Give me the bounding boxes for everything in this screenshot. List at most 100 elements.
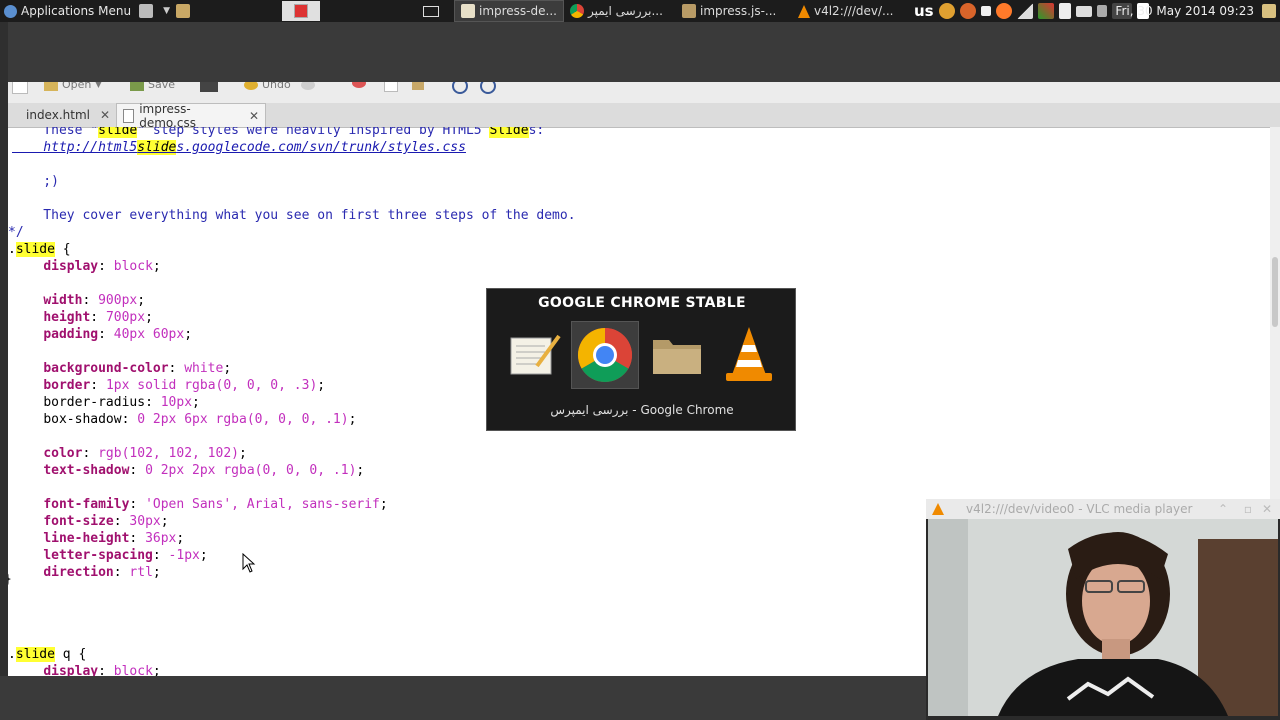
css-value: block xyxy=(113,664,153,676)
workspace-button[interactable] xyxy=(414,1,448,21)
undo-icon xyxy=(244,82,258,90)
search-highlight: Slide xyxy=(489,127,529,138)
cut-button[interactable] xyxy=(352,82,366,88)
taskbar-item-label: بررسی ایمپر... xyxy=(587,4,663,18)
colon: : xyxy=(129,531,146,546)
close-icon[interactable]: ✕ xyxy=(249,109,259,123)
css-property: background-color xyxy=(43,361,169,376)
mail-icon[interactable] xyxy=(1075,5,1092,17)
taskbar-item-vlc[interactable]: v4l2:///dev/... xyxy=(792,1,908,21)
app-switcher: GOOGLE CHROME STABLE بررسی ایمپرس - Goog… xyxy=(486,288,796,431)
open-button[interactable]: Open ▼ xyxy=(44,82,102,91)
save-label: Save xyxy=(148,82,176,91)
code-line-url[interactable]: http://html5slides.googlecode.com/svn/tr… xyxy=(12,139,466,156)
code-text: These " xyxy=(12,127,99,138)
taskbar-item-label: v4l2:///dev/... xyxy=(813,4,894,18)
launcher-dropdown-icon[interactable]: ▼ xyxy=(163,6,170,16)
colon: : xyxy=(168,361,185,376)
search-icon xyxy=(452,82,468,94)
declaration-line: background-color: white; xyxy=(12,360,231,377)
maximize-icon[interactable]: ▫ xyxy=(1244,502,1252,516)
paste-icon xyxy=(412,82,424,90)
clock[interactable]: Fri, 30 May 2014 09:23 xyxy=(1111,0,1258,22)
vlc-task-icon xyxy=(797,4,810,18)
power-icon[interactable] xyxy=(1262,4,1276,18)
scrollbar-thumb[interactable] xyxy=(1272,257,1278,327)
print-icon xyxy=(200,82,218,92)
switcher-app-google-chrome[interactable] xyxy=(571,321,639,389)
document-icon xyxy=(123,108,135,123)
applications-menu[interactable]: Applications Menu xyxy=(0,0,135,22)
vlc-title: v4l2:///dev/video0 - VLC media player xyxy=(966,502,1193,516)
new-button[interactable] xyxy=(12,82,28,94)
colon: : xyxy=(113,514,130,529)
css-value: 30px xyxy=(129,514,161,529)
print-button[interactable] xyxy=(200,82,218,92)
declaration-line: border: 1px solid rgba(0, 0, 0, .3); xyxy=(12,377,325,394)
search-highlight: slide xyxy=(137,140,177,155)
dot: . xyxy=(8,647,16,662)
paste-button[interactable] xyxy=(412,82,424,90)
tab-impress-demo-css[interactable]: impress-demo.css ✕ xyxy=(116,102,266,130)
ubuntu-tray-icon[interactable] xyxy=(995,3,1012,19)
css-value: block xyxy=(113,259,153,274)
volume-icon[interactable] xyxy=(1096,5,1107,17)
folder-icon[interactable] xyxy=(175,4,190,18)
webcam-person-image xyxy=(928,519,1278,716)
css-function: rgba(0, 0, 0, .1) xyxy=(223,463,357,478)
clipboard-icon[interactable] xyxy=(1058,3,1071,19)
semicolon: ; xyxy=(317,378,326,393)
update-tray-icon[interactable] xyxy=(1037,3,1054,19)
switcher-window-caption: بررسی ایمپرس - Google Chrome xyxy=(550,403,734,417)
code-text: s.googlecode.com/svn/trunk/styles.css xyxy=(176,140,466,155)
top-panel: Applications Menu ▼ impress-de... بررسی … xyxy=(0,0,1280,22)
show-desktop-button[interactable] xyxy=(281,1,320,21)
css-value: 36px xyxy=(145,531,177,546)
redo-icon[interactable] xyxy=(300,82,315,90)
switcher-app-vlc[interactable] xyxy=(715,321,783,389)
semicolon: ; xyxy=(152,259,161,274)
colon: : xyxy=(129,497,146,512)
save-button[interactable]: Save xyxy=(130,82,175,91)
code-text: " step styles were heavily inspired by H… xyxy=(137,127,490,138)
switcher-app-text-editor[interactable] xyxy=(501,321,569,389)
declaration-line: font-family: 'Open Sans', Arial, sans-se… xyxy=(12,496,388,513)
semicolon: ; xyxy=(223,361,232,376)
square-tray-icon[interactable] xyxy=(980,6,991,16)
minimize-icon[interactable]: ⌃ xyxy=(1218,502,1228,516)
rule-selector-slide: .slide { xyxy=(8,241,71,258)
replace-button[interactable] xyxy=(480,82,496,94)
switcher-app-file-manager[interactable] xyxy=(643,321,711,389)
declaration-line: box-shadow: 0 2px 6px rgba(0, 0, 0, .1); xyxy=(12,411,356,428)
vlc-titlebar[interactable]: v4l2:///dev/video0 - VLC media player ⌃ … xyxy=(926,499,1280,519)
colon: : xyxy=(90,378,106,393)
code-text: q { xyxy=(54,647,87,662)
css-property: width xyxy=(43,293,83,308)
tab-index-html[interactable]: index.html ✕ xyxy=(8,103,114,127)
text-editor-small-icon xyxy=(293,4,308,18)
taskbar-item-impress-demo[interactable]: impress-de... xyxy=(453,0,564,22)
close-icon[interactable]: ✕ xyxy=(100,108,110,122)
taskbar-item-files[interactable]: impress.js-... xyxy=(676,1,792,21)
declaration-line: line-height: 36px; xyxy=(12,530,184,547)
semicolon: ; xyxy=(379,497,388,512)
close-icon[interactable]: ✕ xyxy=(1262,502,1272,516)
orange-tray-icon[interactable] xyxy=(959,3,976,19)
terminal-icon[interactable] xyxy=(139,4,154,18)
semicolon: ; xyxy=(137,293,146,308)
declaration-line: color: rgb(102, 102, 102); xyxy=(12,445,247,462)
chevron-down-icon: ▼ xyxy=(95,82,102,89)
semicolon: ; xyxy=(176,531,185,546)
code-line-wink: ;) xyxy=(12,174,59,189)
find-button[interactable] xyxy=(452,82,468,94)
chicken-tray-icon[interactable] xyxy=(938,3,955,19)
network-signal-icon[interactable] xyxy=(1016,3,1033,19)
copy-icon xyxy=(384,82,398,92)
css-function: rgba(0, 0, 0, .3) xyxy=(184,378,318,393)
code-text: http://html5 xyxy=(12,140,138,155)
taskbar-item-chrome[interactable]: بررسی ایمپر... xyxy=(564,1,676,21)
keyboard-layout[interactable]: us xyxy=(914,2,934,20)
copy-button[interactable] xyxy=(384,82,398,92)
undo-button[interactable]: Undo xyxy=(244,82,315,91)
css-function: rgb(102, 102, 102) xyxy=(98,446,239,461)
